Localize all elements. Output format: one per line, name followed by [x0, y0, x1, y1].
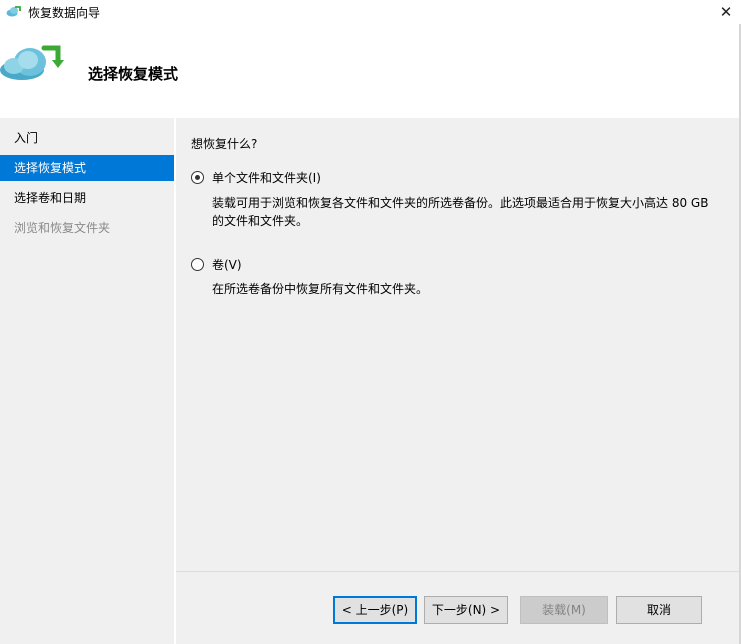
page-title: 选择恢复模式 — [88, 65, 179, 83]
wizard-header: 选择恢复模式 — [0, 24, 741, 117]
option-volume-label[interactable]: 卷(V) — [212, 256, 242, 273]
wizard-footer: < 上一步(P) 下一步(N) > 装载(M) 取消 — [176, 571, 739, 644]
close-icon: ✕ — [719, 3, 733, 21]
wizard-steps-nav: 入门 选择恢复模式 选择卷和日期 浏览和恢复文件夹 — [0, 118, 174, 644]
back-button[interactable]: < 上一步(P) — [333, 596, 417, 624]
cancel-button[interactable]: 取消 — [616, 596, 702, 624]
wizard-content: 想恢复什么? 单个文件和文件夹(I) 装载可用于浏览和恢复各文件和文件夹的所选卷… — [176, 118, 739, 571]
radio-volume[interactable] — [191, 258, 204, 271]
cloud-app-icon — [6, 6, 21, 17]
option-files-folders-description: 装载可用于浏览和恢复各文件和文件夹的所选卷备份。此选项最适合用于恢复大小高达 8… — [212, 194, 722, 230]
nav-item-select-recovery-mode[interactable]: 选择恢复模式 — [0, 155, 174, 181]
description-line: 装载可用于浏览和恢复各文件和文件夹的所选卷备份。此选项最适合用于恢复大小高达 8… — [212, 196, 709, 210]
next-button[interactable]: 下一步(N) > — [424, 596, 508, 624]
title-bar: 恢复数据向导 ✕ — [0, 0, 741, 24]
nav-item-browse-recover: 浏览和恢复文件夹 — [14, 221, 111, 235]
option-files-folders-label[interactable]: 单个文件和文件夹(I) — [212, 169, 321, 186]
option-files-folders[interactable]: 单个文件和文件夹(I) — [191, 169, 321, 186]
option-volume-description: 在所选卷备份中恢复所有文件和文件夹。 — [212, 280, 722, 298]
option-volume[interactable]: 卷(V) — [191, 256, 242, 273]
mount-button: 装载(M) — [520, 596, 608, 624]
nav-item-getting-started[interactable]: 入门 — [0, 125, 174, 151]
cloud-restore-icon — [0, 45, 64, 80]
window-title: 恢复数据向导 — [28, 6, 101, 20]
description-line: 的文件和文件夹。 — [212, 214, 309, 228]
radio-files-folders[interactable] — [191, 171, 204, 184]
nav-item-select-volume-date[interactable]: 选择卷和日期 — [0, 185, 174, 211]
restore-wizard-window: 恢复数据向导 ✕ 选择恢复模式 入门 选择恢复模式 选择卷和日期 浏览和恢复文件… — [0, 0, 741, 644]
close-button[interactable]: ✕ — [711, 0, 741, 24]
description-line: 在所选卷备份中恢复所有文件和文件夹。 — [212, 282, 429, 296]
question-label: 想恢复什么? — [191, 137, 258, 151]
